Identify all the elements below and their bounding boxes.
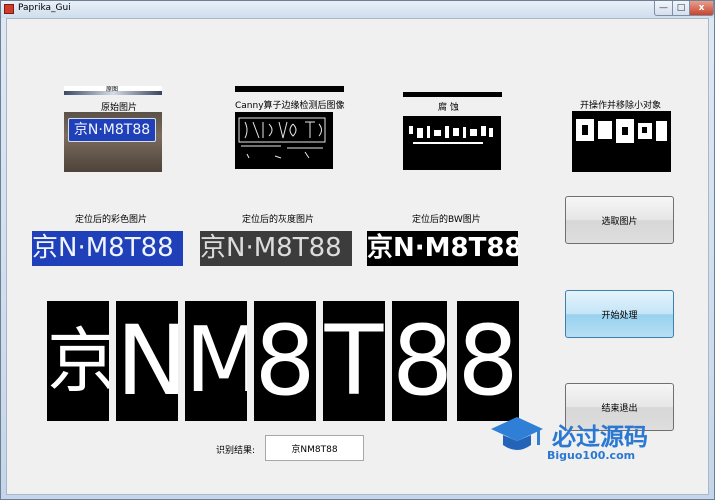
color-plate-image: 京N·M8T88 [32,231,183,266]
close-button[interactable]: x [689,1,714,16]
graduation-cap-icon [489,413,545,457]
segment-char-2: N [116,301,178,421]
app-window: Paprika_Gui — □ x 原始图片 Canny算子边缘检测后图像 腐 … [0,0,715,500]
canny-edge-image [235,112,333,169]
start-processing-button[interactable]: 开始处理 [565,290,674,338]
segment-char-3: M [185,301,247,421]
original-plate-text: 京N·M8T88 [68,118,156,142]
gray-plate-caption: 定位后的灰度图片 [242,215,315,225]
bw-plate-caption: 定位后的BW图片 [412,215,481,225]
result-label: 识别结果: [216,446,256,456]
open-image-caption: 开操作并移除小对象 [580,101,662,111]
gray-plate-image: 京N·M8T88 [200,231,352,266]
window-title: Paprika_Gui [18,3,71,13]
original-tab-label: 原图 [106,86,119,93]
segment-char-6: 8 [392,301,447,421]
select-image-button[interactable]: 选取图片 [565,196,674,244]
erode-preview-strip [403,92,502,97]
original-preview-strip: 原图 [64,86,162,95]
erode-image-caption: 腐 蚀 [438,103,459,113]
color-plate-text: 京N·M8T88 [32,233,174,263]
segment-char-5: T [323,301,385,421]
canny-preview-strip [235,86,344,92]
title-bar[interactable]: Paprika_Gui — □ x [1,1,714,18]
matlab-figure-icon [4,4,14,14]
canny-image-caption: Canny算子边缘检测后图像 [235,101,345,111]
bw-plate-image: 京N·M8T88 [367,231,518,266]
segment-char-4: 8 [254,301,316,421]
original-plate-image: 京N·M8T88 [64,112,162,172]
result-value: 京NM8T88 [291,444,338,455]
gray-plate-text: 京N·M8T88 [200,233,342,263]
maximize-button[interactable]: □ [672,1,690,16]
segment-char-1: 京 [47,301,109,421]
open-image [572,111,671,172]
result-field[interactable]: 京NM8T88 [265,435,364,461]
watermark-url: Biguo100.com [547,449,636,462]
minimize-button[interactable]: — [654,1,673,16]
segment-char-7: 8 [457,301,519,421]
bw-plate-text: 京N·M8T88 [367,233,518,263]
erode-image [403,116,501,170]
watermark-brand: 必过源码 [552,423,648,451]
color-plate-caption: 定位后的彩色图片 [75,215,148,225]
figure-client-area: 原始图片 Canny算子边缘检测后图像 腐 蚀 开操作并移除小对象 原图 京N·… [6,18,709,495]
